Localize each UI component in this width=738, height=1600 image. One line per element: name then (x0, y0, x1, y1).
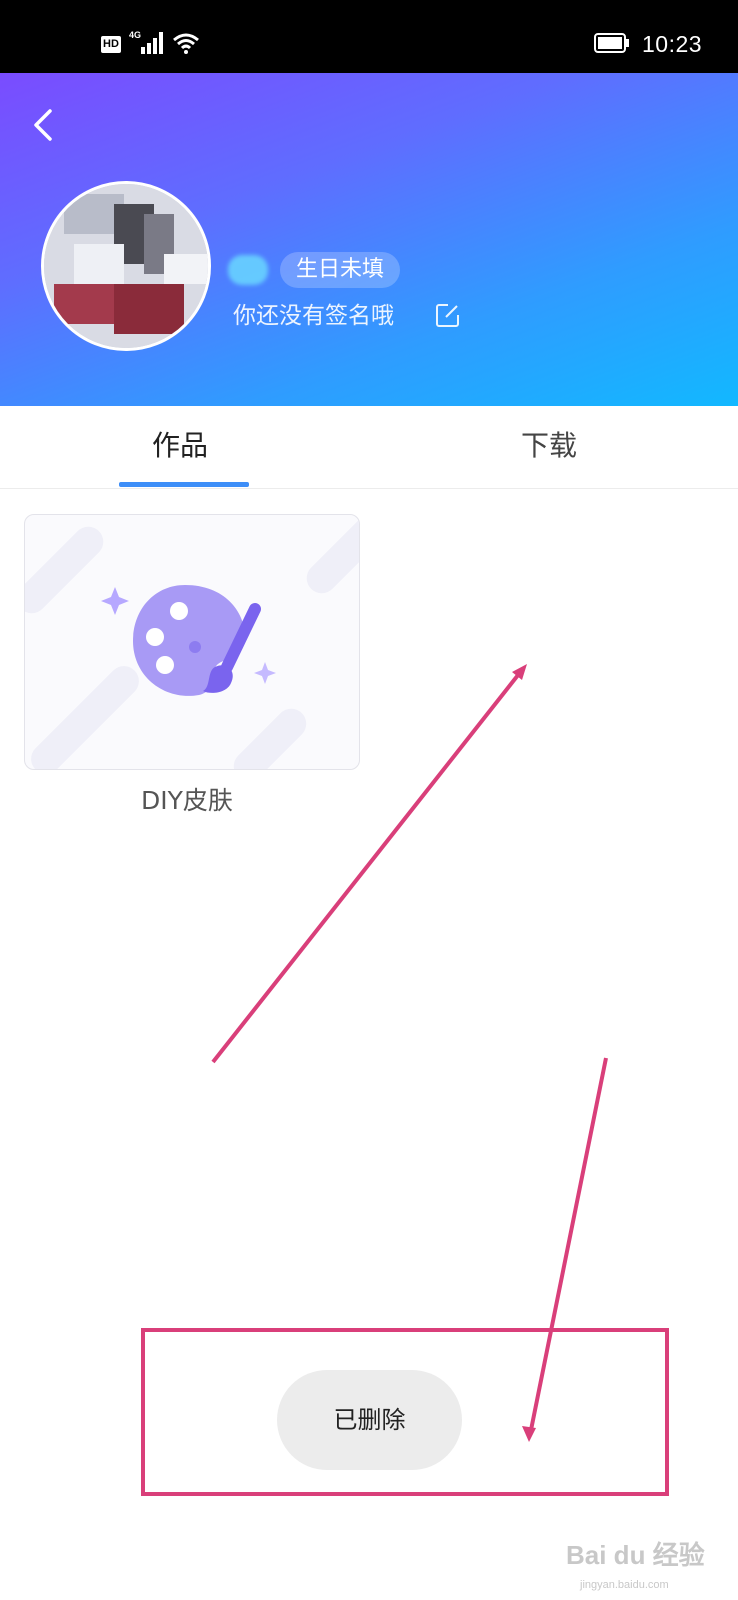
watermark-url: jingyan.baidu.com (580, 1579, 669, 1591)
annotation-arrow-up (211, 668, 524, 1064)
baidu-jingyan-watermark: Bai du 经验 (566, 1540, 705, 1570)
toast-deleted: 已删除 (277, 1370, 462, 1470)
